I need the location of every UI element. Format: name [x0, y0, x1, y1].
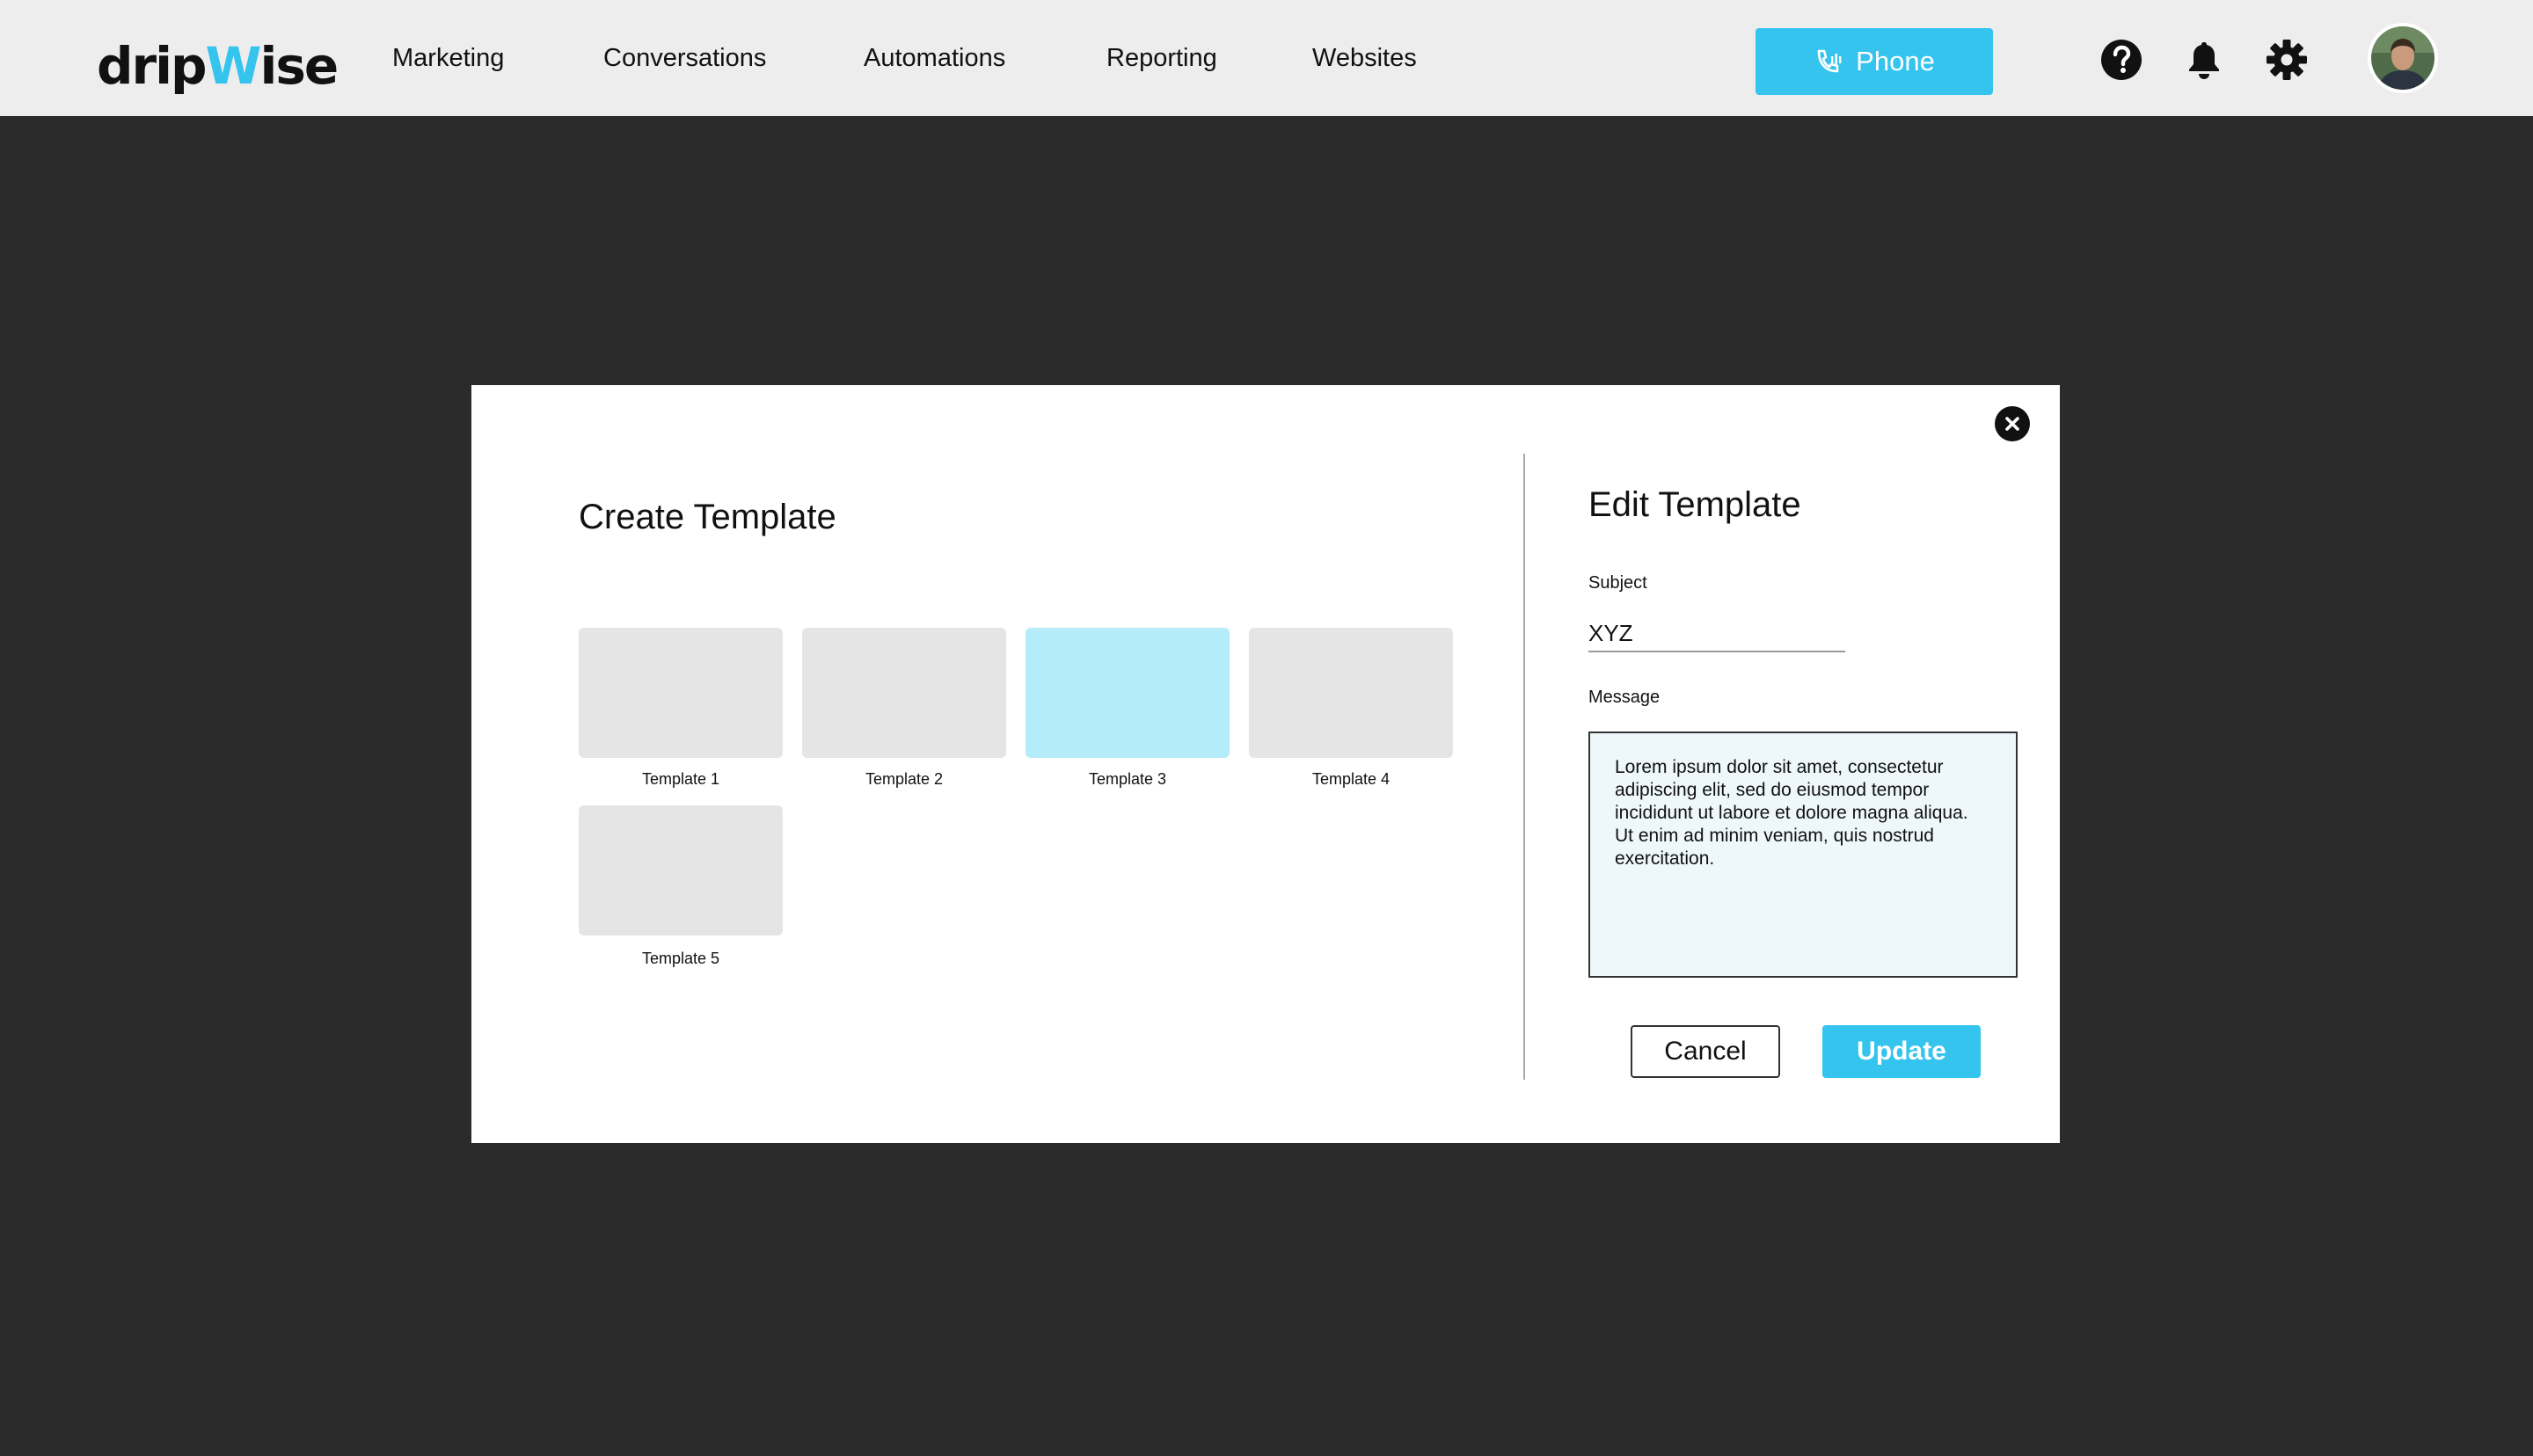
cancel-button[interactable]: Cancel: [1631, 1025, 1780, 1078]
phone-icon: [1817, 49, 1842, 73]
gear-icon[interactable]: [2266, 39, 2308, 81]
template-modal: Create Template Template 1 Template 2 Te…: [471, 385, 2060, 1143]
subject-input[interactable]: [1588, 615, 1845, 652]
modal-divider: [1523, 454, 1525, 1080]
message-label: Message: [1588, 688, 1661, 707]
phone-button-label: Phone: [1856, 46, 1935, 76]
user-avatar[interactable]: [2368, 23, 2438, 93]
avatar-photo: [2371, 26, 2434, 90]
message-textarea[interactable]: Lorem ipsum dolor sit amet, consectetur …: [1588, 732, 2018, 978]
template-tile-4[interactable]: [1249, 628, 1453, 758]
nav-reporting[interactable]: Reporting: [1106, 0, 1217, 116]
template-label-2: Template 2: [865, 770, 944, 788]
nav-marketing[interactable]: Marketing: [392, 0, 504, 116]
top-navigation-bar: drip Wise Marketing Conversations Automat…: [0, 0, 2533, 116]
close-icon: [2005, 417, 2019, 431]
template-label-4: Template 4: [1311, 770, 1391, 788]
logo-text-w: W: [205, 36, 262, 96]
template-tile-3[interactable]: [1026, 628, 1230, 758]
template-label-5: Template 5: [641, 950, 720, 967]
app-page: drip Wise Marketing Conversations Automat…: [0, 0, 2533, 1456]
bell-icon[interactable]: [2183, 39, 2225, 81]
phone-button[interactable]: Phone: [1756, 28, 1993, 95]
update-button[interactable]: Update: [1822, 1025, 1981, 1078]
nav-automations[interactable]: Automations: [864, 0, 1005, 116]
help-icon[interactable]: [2100, 39, 2142, 81]
edit-template-title: Edit Template: [1588, 485, 1801, 524]
dripwise-logo[interactable]: drip Wise: [97, 30, 339, 96]
nav-websites[interactable]: Websites: [1312, 0, 1417, 116]
close-modal-button[interactable]: [1995, 406, 2030, 441]
logo-text-ise: ise: [259, 36, 339, 96]
template-tile-1[interactable]: [579, 628, 783, 758]
subject-label: Subject: [1588, 573, 1647, 593]
logo-text-drip: drip: [97, 36, 208, 96]
nav-conversations[interactable]: Conversations: [603, 0, 766, 116]
create-template-title: Create Template: [579, 498, 836, 536]
template-label-1: Template 1: [641, 770, 720, 788]
template-tile-2[interactable]: [802, 628, 1006, 758]
template-label-3: Template 3: [1088, 770, 1167, 788]
template-tile-5[interactable]: [579, 805, 783, 935]
